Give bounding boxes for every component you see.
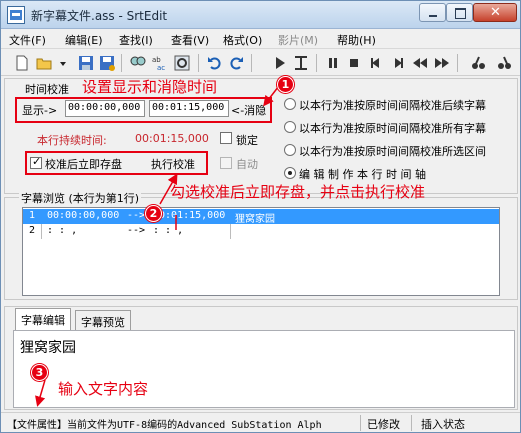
stop-icon[interactable]: [345, 54, 363, 72]
mode-status: 插入状态: [421, 418, 465, 431]
row-number: 2: [29, 225, 36, 236]
rewind-icon[interactable]: [411, 54, 429, 72]
preview-icon[interactable]: [173, 54, 191, 72]
duration-label: 本行持续时间:: [37, 134, 107, 147]
radio-label-all: 以本行为准按原时间间隔校准所有字幕: [299, 122, 486, 135]
play-icon[interactable]: [271, 54, 289, 72]
end-time-input[interactable]: 00:01:15,000: [149, 100, 229, 117]
menu-file[interactable]: 文件(F): [9, 32, 46, 48]
minimize-button[interactable]: [419, 3, 446, 22]
hide-label: <-消隐: [231, 104, 267, 117]
annotation-set-time: 设置显示和消隐时间: [82, 78, 218, 96]
subtitle-browser-title: 字幕浏览 (本行为第1行): [19, 190, 142, 206]
fast-icon[interactable]: [495, 54, 513, 72]
window-title: 新字幕文件.ass - SrtEdit: [31, 9, 168, 23]
menu-edit[interactable]: 编辑(E): [65, 32, 103, 48]
toolbar-separator: [251, 54, 252, 72]
svg-text:ac: ac: [157, 64, 165, 72]
tab-subtitle-edit[interactable]: 字幕编辑: [15, 308, 71, 330]
menu-movie[interactable]: 影片(M): [278, 32, 318, 48]
svg-text:ab: ab: [152, 56, 161, 64]
auto-checkbox[interactable]: [220, 157, 232, 169]
annotation-calibrate: 勾选校准后立即存盘，并点击执行校准: [170, 183, 426, 201]
next-icon[interactable]: [389, 54, 407, 72]
save-icon[interactable]: [77, 54, 95, 72]
step-badge-2: 2: [145, 205, 162, 222]
close-button[interactable]: ✕: [473, 3, 517, 22]
status-divider: [360, 415, 361, 431]
annotation-input-text: 输入文字内容: [58, 380, 149, 398]
table-row[interactable]: 1 00:00:00,000 --> 00:01:15,000 狸窝家园: [23, 209, 499, 225]
column-divider: [41, 224, 42, 239]
step-badge-1: 1: [277, 76, 294, 93]
auto-label: 自动: [236, 158, 258, 171]
start-time-input[interactable]: 00:00:00,000: [65, 100, 145, 117]
status-divider: [411, 415, 412, 431]
row-text: 狸窝家园: [235, 214, 275, 225]
lock-label: 锁定: [236, 134, 258, 147]
menu-help[interactable]: 帮助(H): [337, 32, 376, 48]
fast-forward-icon[interactable]: [433, 54, 451, 72]
editor-content: 狸窝家园: [20, 340, 76, 356]
radio-label-edit-timeline: 编 辑 制 作 本 行 时 间 轴: [299, 168, 426, 181]
toolbar-separator: [457, 54, 458, 72]
title-bar[interactable]: 新字幕文件.ass - SrtEdit ✕: [1, 1, 520, 29]
file-info-status: 【文件属性】当前文件为UTF-8编码的Advanced SubStation A…: [7, 420, 322, 431]
maximize-button[interactable]: [446, 3, 473, 22]
show-label: 显示->: [22, 104, 58, 117]
row-start: : : ,: [47, 225, 78, 236]
undo-icon[interactable]: [206, 54, 224, 72]
close-icon: ✕: [490, 5, 501, 20]
new-file-icon[interactable]: [13, 54, 31, 72]
open-folder-icon[interactable]: [35, 54, 53, 72]
modified-status: 已修改: [367, 418, 400, 431]
lock-checkbox[interactable]: [220, 132, 232, 144]
pause-icon[interactable]: [324, 54, 342, 72]
menu-bar: 文件(F) 编辑(E) 查找(I) 查看(V) 格式(O) 影片(M) 帮助(H…: [1, 29, 520, 49]
step-badge-3: 3: [31, 364, 48, 381]
execute-calibrate-button[interactable]: 执行校准: [151, 156, 195, 172]
toolbar-separator: [121, 54, 122, 72]
row-end: 00:01:15,000: [153, 210, 226, 221]
row-start: 00:00:00,000: [47, 210, 120, 221]
row-arrow: -->: [127, 225, 146, 236]
dropdown-icon[interactable]: [55, 54, 73, 72]
radio-calibrate-all[interactable]: [284, 121, 296, 133]
calibrate-save-checkbox[interactable]: [30, 155, 42, 169]
find-icon[interactable]: [129, 54, 147, 72]
toolbar-separator: [198, 54, 199, 72]
menu-find[interactable]: 查找(I): [119, 32, 153, 48]
calibrate-save-label: 校准后立即存盘: [45, 158, 122, 171]
tab-subtitle-preview[interactable]: 字幕预览: [75, 310, 131, 330]
spell-check-icon[interactable]: abac: [151, 54, 169, 72]
column-divider: [230, 224, 231, 239]
toolbar-separator: [316, 54, 317, 72]
prev-icon[interactable]: [367, 54, 385, 72]
row-number: 1: [29, 210, 36, 221]
table-row[interactable]: 2 : : , --> : : ,: [23, 224, 499, 239]
radio-label-following: 以本行为准按原时间间隔校准后续字幕: [299, 99, 486, 112]
toolbar: ab ac: [1, 50, 520, 76]
save-as-icon[interactable]: [98, 54, 116, 72]
radio-label-selected: 以本行为准按原时间间隔校准所选区间: [299, 145, 486, 158]
timing-group-title: 时间校准: [23, 81, 71, 97]
slow-icon[interactable]: [469, 54, 487, 72]
menu-format[interactable]: 格式(O): [223, 32, 262, 48]
redo-icon[interactable]: [227, 54, 245, 72]
menu-view[interactable]: 查看(V): [171, 32, 209, 48]
subtitle-list[interactable]: 1 00:00:00,000 --> 00:01:15,000 狸窝家园 2 :…: [22, 207, 500, 296]
row-end: : : ,: [153, 225, 184, 236]
radio-edit-timeline[interactable]: [284, 167, 296, 179]
mark-icon[interactable]: [292, 54, 310, 72]
app-icon: [7, 6, 25, 24]
row-arrow: -->: [127, 210, 146, 221]
duration-value: 00:01:15,000: [135, 132, 209, 145]
radio-calibrate-following[interactable]: [284, 98, 296, 110]
radio-calibrate-selected[interactable]: [284, 144, 296, 156]
status-bar: 【文件属性】当前文件为UTF-8编码的Advanced SubStation A…: [1, 412, 520, 432]
app-window: 新字幕文件.ass - SrtEdit ✕ 文件(F) 编辑(E) 查找(I) …: [0, 0, 521, 433]
